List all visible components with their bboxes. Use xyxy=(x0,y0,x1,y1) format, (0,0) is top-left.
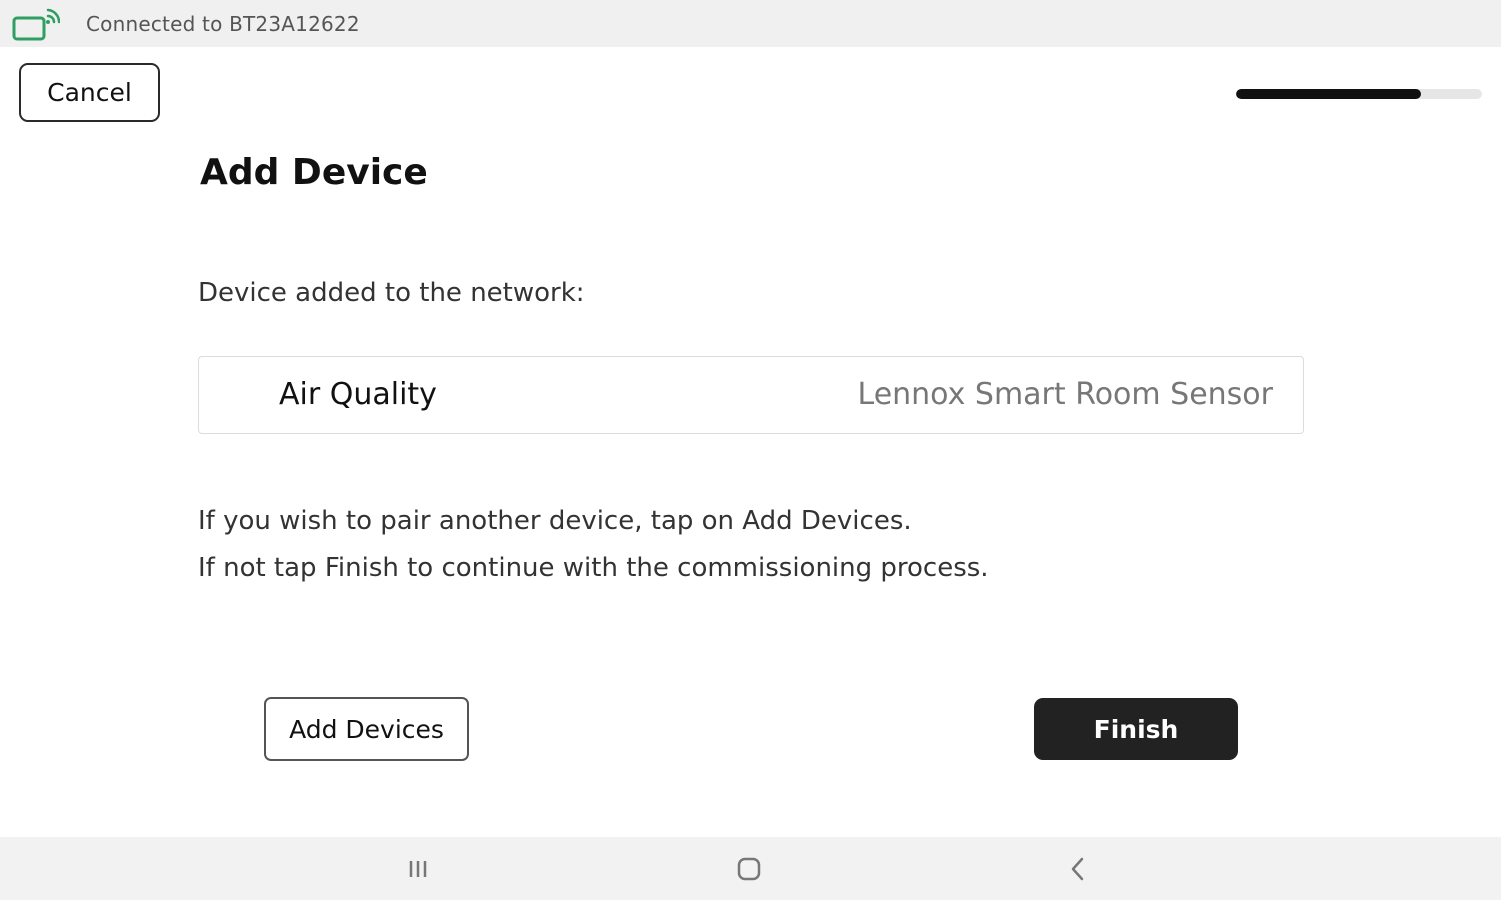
device-name: Air Quality xyxy=(279,377,437,412)
info-line-add-devices: If you wish to pair another device, tap … xyxy=(198,506,912,536)
system-nav-bar xyxy=(0,837,1501,900)
device-model: Lennox Smart Room Sensor xyxy=(857,377,1273,412)
finish-button[interactable]: Finish xyxy=(1034,698,1238,760)
home-icon[interactable] xyxy=(729,851,769,887)
bluetooth-connected-icon xyxy=(12,6,61,42)
connection-status-text: Connected to BT23A12622 xyxy=(86,12,360,36)
recent-apps-icon[interactable] xyxy=(398,851,438,887)
device-card: Air Quality Lennox Smart Room Sensor xyxy=(198,356,1304,434)
cancel-button[interactable]: Cancel xyxy=(19,63,160,122)
device-added-label: Device added to the network: xyxy=(198,278,585,308)
info-line-finish: If not tap Finish to continue with the c… xyxy=(198,553,989,583)
progress-bar xyxy=(1236,89,1482,99)
status-bar: Connected to BT23A12622 xyxy=(0,0,1501,47)
back-icon[interactable] xyxy=(1058,851,1098,887)
progress-fill xyxy=(1236,89,1421,99)
page-title: Add Device xyxy=(200,152,428,193)
add-devices-button[interactable]: Add Devices xyxy=(264,697,469,761)
